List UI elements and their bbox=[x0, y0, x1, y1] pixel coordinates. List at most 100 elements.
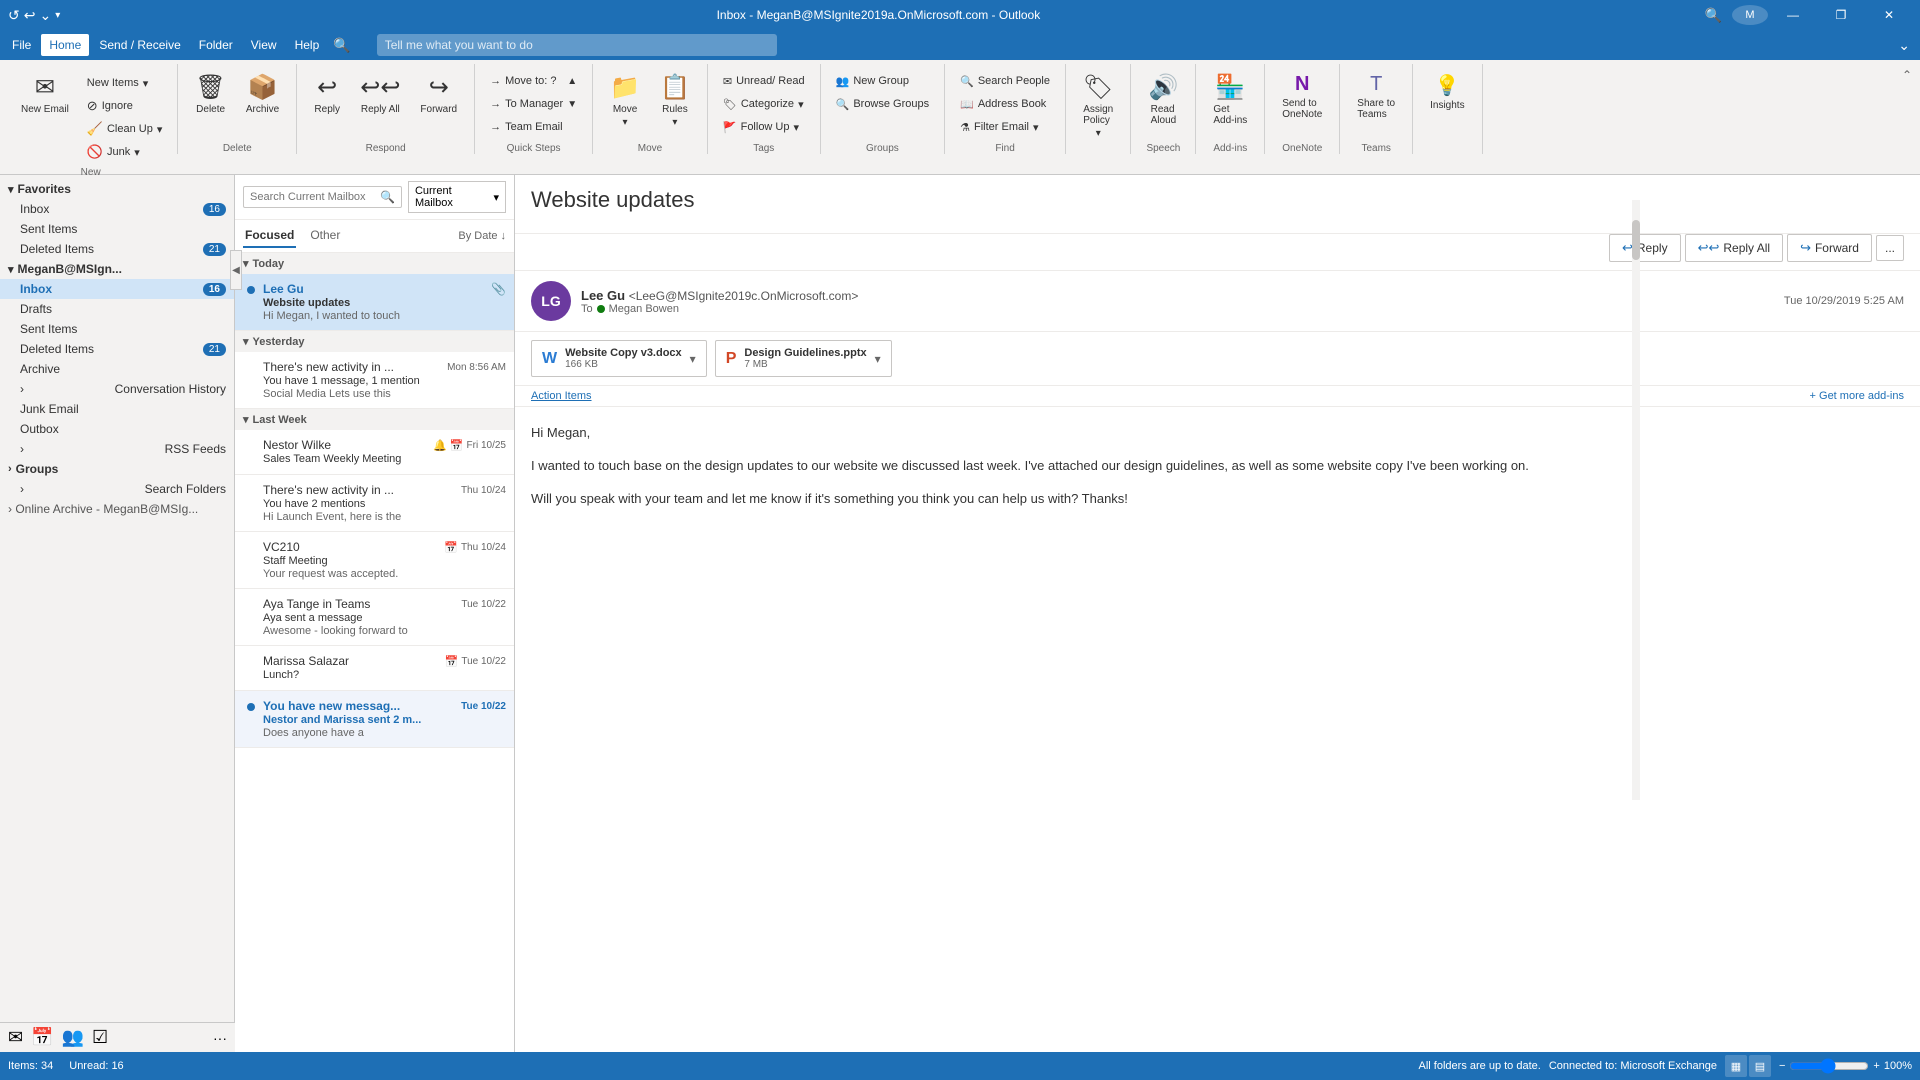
sidebar-item-conv-history[interactable]: › Conversation History bbox=[0, 379, 234, 399]
sidebar-account-header[interactable]: ▾ MeganB@MSIgn... bbox=[0, 259, 234, 279]
menu-send-receive[interactable]: Send / Receive bbox=[91, 34, 188, 56]
search-people-button[interactable]: 🔍 Search People bbox=[953, 70, 1057, 92]
new-email-button[interactable]: ✉ New Email bbox=[12, 68, 78, 120]
close-btn[interactable]: ✕ bbox=[1866, 0, 1912, 30]
sidebar-online-archive[interactable]: › Online Archive - MeganB@MSIg... bbox=[0, 499, 234, 519]
read-aloud-button[interactable]: 🔊 ReadAloud bbox=[1139, 68, 1187, 131]
calendar-nav-icon[interactable]: 📅 bbox=[31, 1027, 53, 1048]
zoom-in-btn[interactable]: + bbox=[1873, 1060, 1879, 1072]
filter-email-button[interactable]: ⚗ Filter Email ▾ bbox=[953, 116, 1057, 138]
search-people-icon[interactable]: 🔍 bbox=[1697, 7, 1730, 24]
collapse-ribbon-button[interactable]: ⌃ bbox=[1898, 64, 1916, 86]
msg-list-scrollbar[interactable] bbox=[1632, 200, 1640, 800]
zoom-slider[interactable] bbox=[1789, 1058, 1869, 1074]
refresh-icon[interactable]: ↺ bbox=[8, 7, 20, 24]
move-button[interactable]: 📁 Move ▾ bbox=[601, 68, 649, 133]
sidebar-item-sent[interactable]: Sent Items bbox=[0, 319, 234, 339]
ignore-button[interactable]: ⊘ Ignore bbox=[80, 95, 170, 117]
reading-view-btn[interactable]: ▦ bbox=[1725, 1055, 1747, 1077]
archive-button[interactable]: 📦 Archive bbox=[237, 68, 288, 120]
move-to-button[interactable]: → Move to: ? ▲ bbox=[483, 70, 584, 92]
att-dropdown-pptx[interactable]: ▾ bbox=[875, 352, 881, 366]
msg-item-activity-1[interactable]: There's new activity in ... Mon 8:56 AM … bbox=[235, 352, 514, 409]
tell-me-input[interactable] bbox=[385, 38, 769, 52]
minimize-btn[interactable]: — bbox=[1770, 0, 1816, 30]
reply-action-button[interactable]: ↩ Reply bbox=[1609, 234, 1681, 262]
qs-scroll-up[interactable]: ▲ bbox=[567, 76, 577, 87]
sort-bar[interactable]: By Date ↓ bbox=[458, 230, 506, 242]
tab-other[interactable]: Other bbox=[308, 224, 342, 248]
mailbox-dropdown[interactable]: Current Mailbox ▾ bbox=[408, 181, 506, 213]
attachment-pptx[interactable]: P Design Guidelines.pptx 7 MB ▾ bbox=[715, 340, 892, 377]
reply-all-button[interactable]: ↩↩ Reply All bbox=[351, 68, 409, 120]
msg-item-vc210[interactable]: VC210 📅 Thu 10/24 Staff Meeting Your req… bbox=[235, 532, 514, 589]
rules-button[interactable]: 📋 Rules ▾ bbox=[651, 68, 699, 133]
follow-up-button[interactable]: 🚩 Follow Up ▾ bbox=[716, 116, 812, 138]
zoom-out-btn[interactable]: − bbox=[1779, 1060, 1785, 1072]
tell-me-search[interactable] bbox=[377, 34, 777, 56]
menu-help[interactable]: Help bbox=[287, 34, 328, 56]
att-dropdown-docx[interactable]: ▾ bbox=[690, 352, 696, 366]
maximize-btn[interactable]: ❐ bbox=[1818, 0, 1864, 30]
mail-nav-icon[interactable]: ✉ bbox=[8, 1027, 23, 1048]
new-items-button[interactable]: New Items ▾ bbox=[80, 72, 170, 94]
junk-button[interactable]: 🚫 Junk ▾ bbox=[80, 141, 170, 163]
new-group-button[interactable]: 👥 New Group bbox=[829, 70, 937, 92]
send-to-onenote-button[interactable]: N Send toOneNote bbox=[1273, 68, 1331, 125]
qs-scroll-down[interactable]: ▼ bbox=[567, 99, 577, 110]
share-to-teams-button[interactable]: T Share toTeams bbox=[1348, 68, 1404, 125]
sidebar-item-rss[interactable]: › RSS Feeds bbox=[0, 439, 234, 459]
team-email-button[interactable]: → Team Email bbox=[483, 116, 584, 138]
people-nav-icon[interactable]: 👥 bbox=[62, 1027, 84, 1048]
browse-groups-button[interactable]: 🔍 Browse Groups bbox=[829, 93, 937, 115]
menu-view[interactable]: View bbox=[243, 34, 285, 56]
unread-read-button[interactable]: ✉ Unread/ Read bbox=[716, 70, 812, 92]
delete-button[interactable]: 🗑 Delete bbox=[186, 68, 234, 120]
search-current-mailbox[interactable]: 🔍 bbox=[243, 186, 402, 208]
forward-action-button[interactable]: ↪ Forward bbox=[1787, 234, 1872, 262]
clean-up-button[interactable]: 🧹 Clean Up ▾ bbox=[80, 118, 170, 140]
reply-all-action-button[interactable]: ↩↩ Reply All bbox=[1685, 234, 1783, 262]
sidebar-collapse-button[interactable]: ◀ bbox=[230, 250, 235, 290]
tab-focused[interactable]: Focused bbox=[243, 224, 296, 248]
msg-item-new-msg[interactable]: You have new messag... Tue 10/22 Nestor … bbox=[235, 691, 514, 748]
attachment-docx[interactable]: W Website Copy v3.docx 166 KB ▾ bbox=[531, 340, 707, 377]
action-items-link[interactable]: Action Items bbox=[531, 390, 592, 402]
sidebar-item-outbox[interactable]: Outbox bbox=[0, 419, 234, 439]
forward-button[interactable]: ↪ Forward bbox=[411, 68, 466, 120]
to-manager-button[interactable]: → To Manager ▼ bbox=[483, 93, 584, 115]
user-avatar-icon[interactable]: M bbox=[1732, 5, 1768, 25]
undo-icon[interactable]: ↩ bbox=[24, 7, 36, 24]
categorize-button[interactable]: 🏷 Categorize ▾ bbox=[716, 93, 812, 115]
menu-home[interactable]: Home bbox=[41, 34, 89, 56]
sidebar-item-deleted-fav[interactable]: Deleted Items 21 bbox=[0, 239, 234, 259]
help-search-icon[interactable]: 🔍 bbox=[329, 37, 354, 54]
sidebar-item-inbox[interactable]: Inbox 16 bbox=[0, 279, 234, 299]
redo-icon[interactable]: ⌄ bbox=[39, 7, 51, 24]
assign-policy-button[interactable]: 🏷 AssignPolicy ▾ bbox=[1074, 68, 1122, 144]
reply-button[interactable]: ↩ Reply bbox=[305, 68, 349, 120]
msg-item-lee-gu[interactable]: Lee Gu 📎 Website updates Hi Megan, I wan… bbox=[235, 274, 514, 331]
menu-folder[interactable]: Folder bbox=[191, 34, 241, 56]
tasks-nav-icon[interactable]: ☑ bbox=[92, 1027, 108, 1048]
sidebar-item-drafts[interactable]: Drafts bbox=[0, 299, 234, 319]
list-view-btn[interactable]: ▤ bbox=[1749, 1055, 1771, 1077]
sidebar-item-sent-fav[interactable]: Sent Items bbox=[0, 219, 234, 239]
insights-button[interactable]: 💡 Insights bbox=[1421, 68, 1473, 116]
sidebar-item-inbox-fav[interactable]: Inbox 16 bbox=[0, 199, 234, 219]
address-book-button[interactable]: 📖 Address Book bbox=[953, 93, 1057, 115]
more-nav-icon[interactable]: ··· bbox=[213, 1030, 227, 1046]
sidebar-item-deleted[interactable]: Deleted Items 21 bbox=[0, 339, 234, 359]
get-add-ins-button[interactable]: 🏪 GetAdd-ins bbox=[1204, 68, 1256, 131]
more-actions-button[interactable]: ... bbox=[1876, 235, 1904, 261]
search-input[interactable] bbox=[250, 191, 380, 203]
get-more-addins-link[interactable]: + Get more add-ins bbox=[1810, 390, 1904, 402]
sidebar-groups-header[interactable]: › Groups bbox=[0, 459, 234, 479]
msg-item-marissa[interactable]: Marissa Salazar 📅 Tue 10/22 Lunch? bbox=[235, 646, 514, 691]
sidebar-item-archive[interactable]: Archive bbox=[0, 359, 234, 379]
msg-item-aya[interactable]: Aya Tange in Teams Tue 10/22 Aya sent a … bbox=[235, 589, 514, 646]
sidebar-favorites-header[interactable]: ▾ Favorites bbox=[0, 179, 234, 199]
msg-item-activity-2[interactable]: There's new activity in ... Thu 10/24 Yo… bbox=[235, 475, 514, 532]
ribbon-collapse-icon[interactable]: ⌄ bbox=[1892, 37, 1916, 54]
sidebar-item-search-folders[interactable]: › Search Folders bbox=[0, 479, 234, 499]
